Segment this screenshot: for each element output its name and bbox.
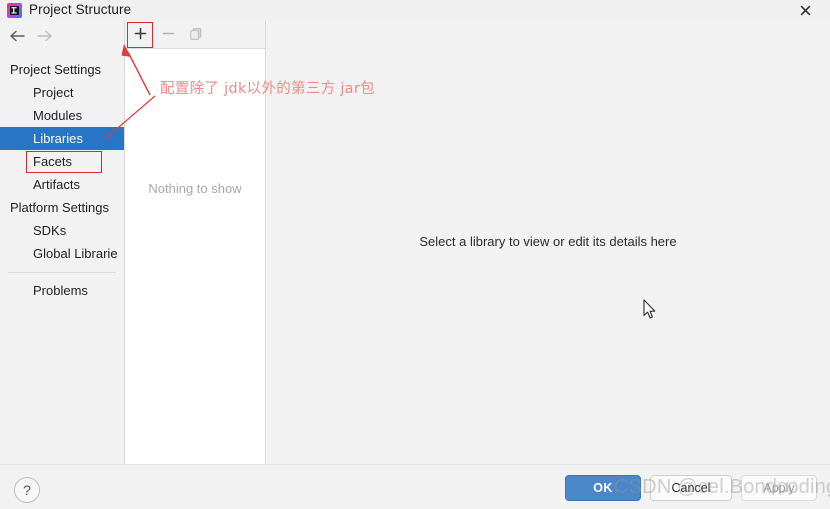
apply-button[interactable]: Apply [741,475,817,501]
add-library-button[interactable] [129,24,151,46]
navigation-bar [0,21,124,53]
tree-group-platform-settings: Platform Settings [10,200,109,215]
settings-sidebar: Project Settings Project Modules Librari… [0,21,124,485]
remove-library-button[interactable] [157,24,179,46]
sidebar-item-problems[interactable]: Problems [0,279,124,302]
cancel-button[interactable]: Cancel [650,475,732,501]
copy-icon [189,27,203,44]
minus-icon [162,27,175,43]
tree-group-project-settings: Project Settings [10,62,102,77]
dialog-footer: ? OK Cancel Apply [0,464,830,509]
annotation-note-text: 配置除了 jdk以外的第三方 jar包 [160,81,375,97]
sidebar-item-facets[interactable]: Facets [0,150,124,173]
detail-placeholder-message: Select a library to view or edit its det… [419,234,677,249]
close-button[interactable] [786,0,824,21]
sidebar-item-libraries[interactable]: Libraries [0,127,124,150]
window-title: Project Structure [29,2,132,17]
title-bar: Project Structure [0,0,830,22]
sidebar-divider [8,272,116,273]
question-mark-icon: ? [23,482,31,498]
sidebar-item-artifacts[interactable]: Artifacts [0,173,124,196]
project-structure-dialog: Project Structure Project Settings Proje… [0,0,830,509]
help-button[interactable]: ? [14,477,40,503]
sidebar-item-sdks[interactable]: SDKs [0,219,124,242]
copy-library-button[interactable] [185,24,207,46]
forward-button[interactable] [33,27,55,47]
sidebar-item-global-libraries[interactable]: Global Librarie [0,242,124,265]
mouse-pointer-icon [643,299,657,323]
intellij-idea-icon [7,3,22,18]
plus-icon [134,27,147,43]
ok-button[interactable]: OK [565,475,641,501]
back-button[interactable] [6,27,28,47]
sidebar-item-modules[interactable]: Modules [0,104,124,127]
empty-list-message: Nothing to show [148,181,242,196]
sidebar-item-project[interactable]: Project [0,81,124,104]
libraries-toolbar [125,21,265,49]
arrow-left-icon [9,30,26,45]
settings-tree: Project Settings Project Modules Librari… [0,58,124,302]
arrow-right-icon [36,30,53,45]
